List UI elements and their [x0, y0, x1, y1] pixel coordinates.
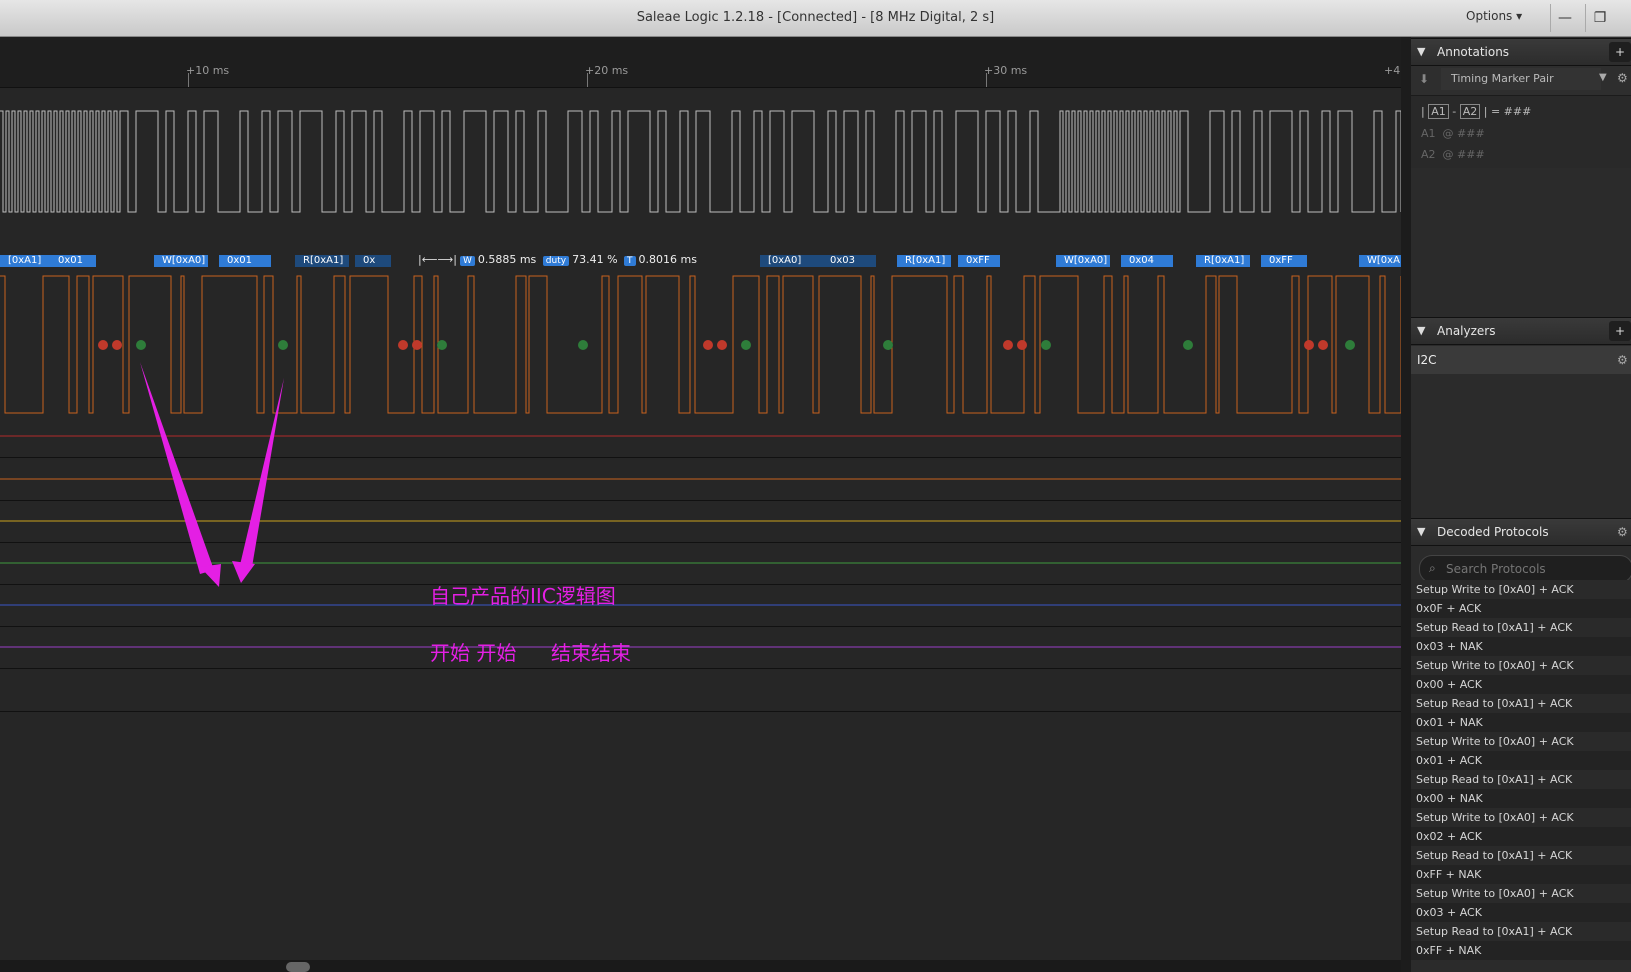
a2-row: A2 @ ###: [1421, 148, 1485, 161]
decode-bubble[interactable]: W[0xA: [1359, 255, 1401, 267]
decode-bubble[interactable]: 0x01: [219, 255, 271, 267]
dropdown-icon[interactable]: ▼: [1599, 72, 1607, 83]
horizontal-scroll-thumb[interactable]: [286, 962, 310, 972]
analyzers-header[interactable]: ▼ Analyzers +: [1411, 317, 1631, 345]
collapse-triangle-icon[interactable]: ▼: [1417, 519, 1425, 545]
decode-bubble[interactable]: 0xFF: [958, 255, 1000, 267]
gear-icon[interactable]: ⚙: [1617, 519, 1628, 545]
decode-bubble[interactable]: R[0xA1]: [897, 255, 951, 267]
collapse-triangle-icon[interactable]: ▼: [1417, 318, 1425, 344]
decode-bubble[interactable]: 0x04: [1121, 255, 1173, 267]
panel-splitter[interactable]: [1401, 37, 1411, 972]
time-ruler[interactable]: +10 ms +20 ms +30 ms +4: [0, 37, 1401, 88]
title-bar: Saleae Logic 1.2.18 - [Connected] - [8 M…: [0, 0, 1631, 37]
channel-2[interactable]: [0, 458, 1401, 501]
channel-4[interactable]: [0, 543, 1401, 585]
timing-marker-pair[interactable]: Timing Marker Pair: [1441, 68, 1601, 90]
decoded-protocols-list[interactable]: Setup Write to [0xA0] + ACK 0x0F + ACK Set…: [1411, 580, 1631, 972]
search-protocols-input[interactable]: [1444, 559, 1628, 579]
decode-bubble[interactable]: 0x: [355, 255, 391, 267]
add-annotation-button[interactable]: +: [1609, 42, 1631, 62]
decoded-protocol-row[interactable]: 0x00 + NAK: [1411, 789, 1631, 808]
decode-bubble[interactable]: 0x01: [50, 255, 96, 267]
decoded-protocol-row[interactable]: 0x02 + ACK: [1411, 827, 1631, 846]
decoded-protocol-row[interactable]: Setup Write to [0xA0] + ACK: [1411, 580, 1631, 599]
decoded-protocols-header[interactable]: ▼ Decoded Protocols ⚙: [1411, 518, 1631, 546]
decoded-protocol-row[interactable]: 0x01 + ACK: [1411, 751, 1631, 770]
duty-badge: duty: [542, 256, 570, 266]
decode-bubble[interactable]: W[0xA0]: [154, 255, 208, 267]
minimize-button[interactable]: —: [1550, 4, 1579, 32]
decoded-protocol-row[interactable]: 0x0F + ACK: [1411, 599, 1631, 618]
decode-bubble[interactable]: 0xFF: [1261, 255, 1307, 267]
sidebar: ▼ Annotations + ⬇ Timing Marker Pair ▼ ⚙…: [1411, 37, 1631, 972]
decoded-protocol-row[interactable]: Setup Read to [0xA1] + ACK: [1411, 618, 1631, 637]
decoded-protocol-row[interactable]: 0xFF + NAK: [1411, 865, 1631, 884]
analyzers-title: Analyzers: [1437, 324, 1496, 338]
decoded-protocol-row[interactable]: Setup Read to [0xA1] + ACK: [1411, 846, 1631, 865]
a1-chip[interactable]: A1: [1428, 104, 1449, 119]
gear-icon[interactable]: ⚙: [1617, 346, 1628, 374]
decode-bubble[interactable]: R[0xA1]: [1196, 255, 1250, 267]
channel-6[interactable]: [0, 627, 1401, 669]
annotations-header[interactable]: ▼ Annotations +: [1411, 38, 1631, 66]
decode-bubble[interactable]: 0x03: [822, 255, 876, 267]
search-icon: ⌕: [1429, 561, 1436, 575]
restore-button[interactable]: ❐: [1585, 4, 1614, 32]
period-badge: T: [624, 256, 636, 266]
analyzer-item-i2c[interactable]: I2C ⚙: [1411, 346, 1631, 374]
decoded-protocol-row[interactable]: Setup Read to [0xA1] + ACK: [1411, 922, 1631, 941]
a2-chip[interactable]: A2: [1459, 104, 1481, 119]
decode-bubble[interactable]: [0xA1]: [0, 255, 50, 267]
annotations-title: Annotations: [1437, 45, 1510, 59]
marker-pair-row[interactable]: ⬇ Timing Marker Pair ▼ ⚙: [1411, 66, 1631, 96]
annotation-end-label: 结束结束: [551, 641, 631, 665]
tick-30ms: +30 ms: [984, 64, 1028, 77]
decode-bubble[interactable]: [0xA0]: [760, 255, 822, 267]
decoded-protocol-row[interactable]: Setup Write to [0xA0] + ACK: [1411, 884, 1631, 903]
analyzer-label: I2C: [1417, 353, 1437, 367]
decode-bubble[interactable]: R[0xA1]: [295, 255, 349, 267]
decoded-protocol-row[interactable]: Setup Read to [0xA1] + ACK: [1411, 770, 1631, 789]
channel-i2c-rows[interactable]: [0, 98, 1401, 458]
decoded-protocol-row[interactable]: Setup Write to [0xA0] + ACK: [1411, 732, 1631, 751]
decoded-protocol-row[interactable]: 0xFF + NAK: [1411, 941, 1631, 960]
decoded-protocols-title: Decoded Protocols: [1437, 525, 1549, 539]
decoded-protocol-row[interactable]: Setup Read to [0xA1] + ACK: [1411, 694, 1631, 713]
add-analyzer-button[interactable]: +: [1609, 321, 1631, 341]
decoded-protocol-row[interactable]: 0x01 + NAK: [1411, 713, 1631, 732]
decode-bubble[interactable]: W[0xA0]: [1056, 255, 1110, 267]
pin-icon: ⬇: [1419, 72, 1430, 86]
decoded-protocol-row[interactable]: Setup Write to [0xA0] + ACK: [1411, 656, 1631, 675]
search-protocols-box[interactable]: ⌕: [1419, 555, 1631, 583]
window-title: Saleae Logic 1.2.18 - [Connected] - [8 M…: [636, 10, 995, 25]
annotation-caption: 自己产品的IIC逻辑图: [430, 584, 616, 608]
decoded-protocol-row[interactable]: 0x00 + ACK: [1411, 675, 1631, 694]
decoded-protocol-row[interactable]: Setup Write to [0xA0] + ACK: [1411, 808, 1631, 827]
a1-row: A1 @ ###: [1421, 127, 1485, 140]
annotation-start-label: 开始 开始: [430, 641, 517, 665]
waveform-area[interactable]: +10 ms +20 ms +30 ms +4: [0, 37, 1401, 972]
channel-7[interactable]: [0, 669, 1401, 712]
tick-20ms: +20 ms: [585, 64, 629, 77]
options-menu[interactable]: Options ▾: [1466, 9, 1522, 23]
channel-5[interactable]: [0, 585, 1401, 627]
width-value: 0.5885 ms: [477, 253, 537, 266]
collapse-triangle-icon[interactable]: ▼: [1417, 39, 1425, 65]
horizontal-scrollbar[interactable]: [0, 960, 1401, 972]
marker-diff-row: | A1 - A2 | = ###: [1421, 104, 1532, 119]
channel-3[interactable]: [0, 501, 1401, 543]
period-value: 0.8016 ms: [638, 253, 697, 266]
tick-10ms: +10 ms: [186, 64, 230, 77]
decoded-protocol-row[interactable]: 0x03 + ACK: [1411, 903, 1631, 922]
width-badge: W: [459, 256, 475, 266]
gear-icon[interactable]: ⚙: [1617, 71, 1628, 85]
diff-value: = ###: [1490, 105, 1532, 118]
measurement-readout: |⟵⟶| W 0.5885 ms duty 73.41 % T 0.8016 ms: [418, 253, 697, 266]
decoded-protocol-row[interactable]: 0x03 + NAK: [1411, 637, 1631, 656]
tick-40ms: +4: [1384, 64, 1401, 77]
duty-value: 73.41 %: [572, 253, 618, 266]
annotation-readouts: | A1 - A2 | = ### A1 @ ### A2 @ ###: [1411, 96, 1631, 168]
